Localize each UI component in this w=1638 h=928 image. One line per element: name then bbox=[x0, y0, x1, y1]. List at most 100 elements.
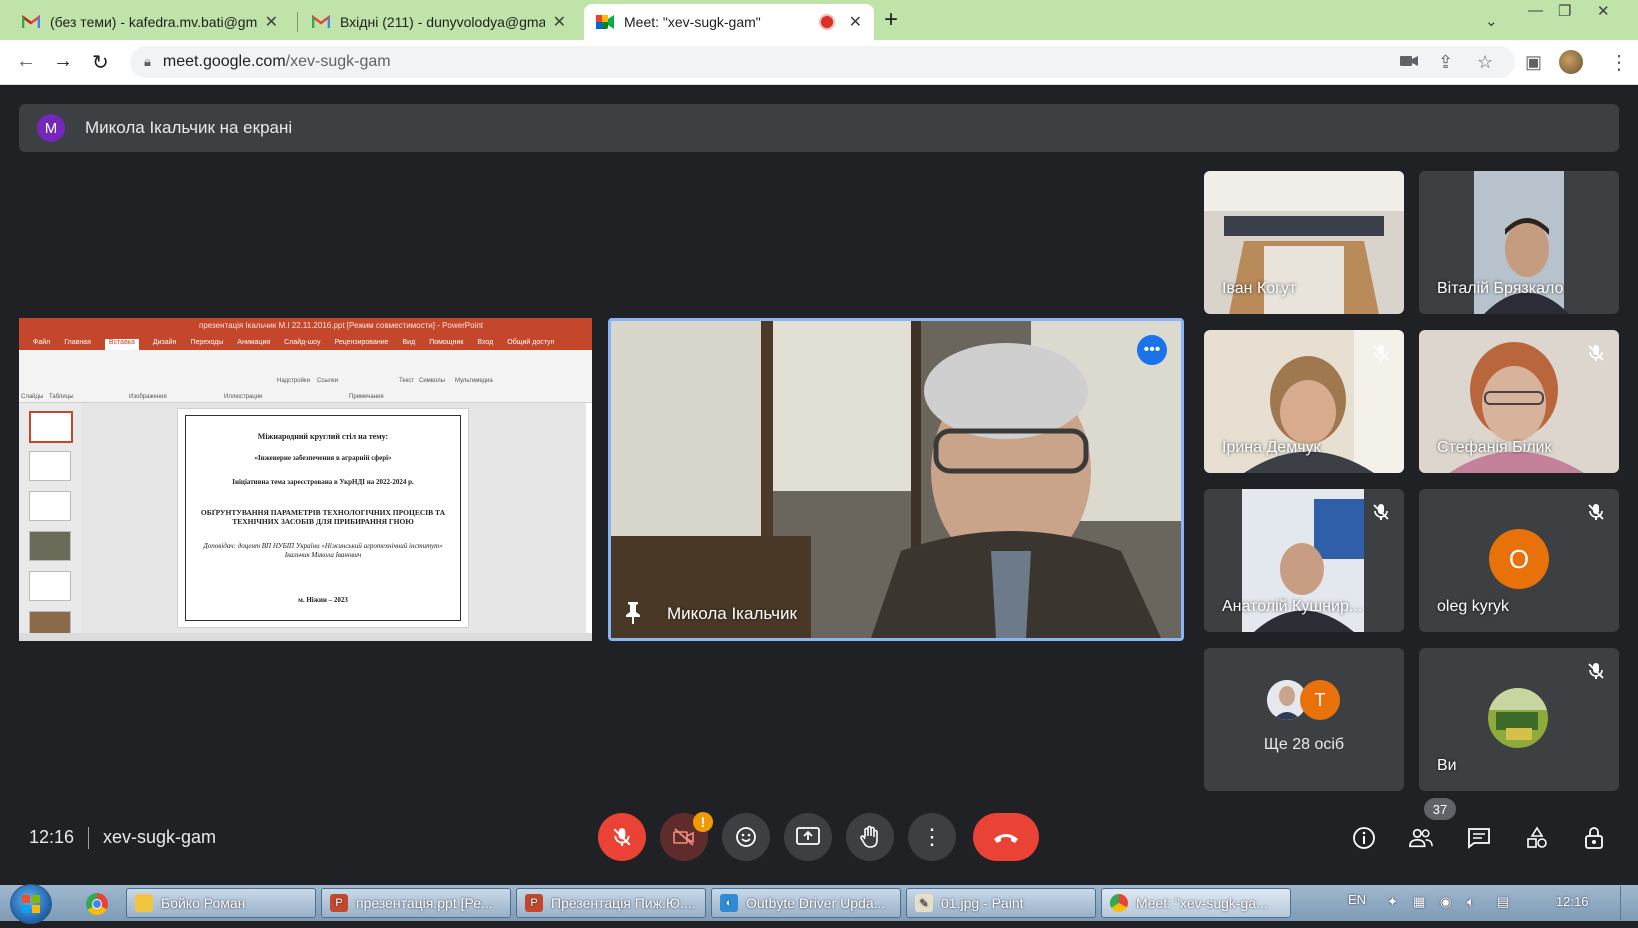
speaker-name: Микола Ікальчик bbox=[667, 604, 797, 623]
slide-thumbnails bbox=[19, 403, 81, 641]
menu-dots-icon[interactable]: ⋮ bbox=[1609, 50, 1629, 75]
taskbar-item-label: презентація.ppt [Ре... bbox=[356, 895, 493, 911]
presenter-banner-text: Микола Ікальчик на екрані bbox=[85, 118, 293, 137]
reactions-button[interactable] bbox=[722, 813, 770, 861]
participant-tile[interactable]: Стефанія Білик bbox=[1419, 330, 1619, 473]
ribbon-group-label: Слайды bbox=[21, 394, 44, 400]
participant-name: Ірина Демчук bbox=[1222, 439, 1321, 456]
meeting-code: xev-sugk-gam bbox=[103, 827, 217, 847]
ribbon-tab: Вид bbox=[402, 339, 416, 346]
mic-toggle-button[interactable] bbox=[598, 813, 646, 861]
emoji-icon bbox=[736, 827, 756, 847]
ribbon-tab: Вход bbox=[477, 339, 494, 346]
side-panel-icon[interactable]: ▣ bbox=[1525, 52, 1542, 73]
ribbon-tab: Общий доступ bbox=[507, 339, 555, 346]
taskbar-item[interactable]: Бойко Роман bbox=[126, 888, 316, 918]
ribbon-group-label: Мультимедиа bbox=[455, 378, 493, 384]
start-button[interactable] bbox=[10, 884, 52, 924]
participant-tile[interactable]: O oleg kyryk bbox=[1419, 489, 1619, 632]
slide-line: Ініціативна тема зареєстрована в УкрНДІ … bbox=[232, 478, 414, 486]
url-path: /xev-sugk-gam bbox=[285, 53, 391, 70]
ribbon-group-label: Символы bbox=[419, 378, 445, 384]
tab-gmail-inbox[interactable]: Вхідні (211) - dunyvolodya@gma ✕ bbox=[300, 4, 578, 40]
slide-line: «Інженерне забезпечення в аграрній сфері… bbox=[254, 454, 392, 462]
self-tile[interactable]: Ви bbox=[1419, 648, 1619, 791]
gmail-icon bbox=[312, 13, 330, 31]
chat-button[interactable] bbox=[1467, 826, 1491, 850]
participant-tile[interactable]: Ірина Демчук bbox=[1204, 330, 1404, 473]
more-options-button[interactable]: ••• bbox=[1137, 335, 1167, 365]
address-bar[interactable]: 🔒︎ meet.google.com/xev-sugk-gam bbox=[130, 46, 1515, 78]
tab-meet[interactable]: Meet: "xev-sugk-gam" ✕ bbox=[584, 4, 874, 40]
slide-thumbnail bbox=[29, 491, 71, 521]
participant-name: Анатолій Кушнир... bbox=[1222, 598, 1363, 615]
bookmark-star-icon[interactable]: ☆ bbox=[1477, 52, 1493, 73]
participant-tile[interactable]: Анатолій Кушнир... bbox=[1204, 489, 1404, 632]
taskbar-item[interactable]: P Презентація Пиж.Ю.... bbox=[516, 888, 706, 918]
people-button[interactable] bbox=[1409, 826, 1433, 850]
recording-icon bbox=[818, 14, 835, 30]
leave-call-button[interactable] bbox=[973, 813, 1039, 861]
tab-strip: (без теми) - kafedra.mv.bati@gm ✕ Вхідні… bbox=[0, 0, 1638, 40]
taskbar-item[interactable]: ✎ 01.jpg - Paint bbox=[906, 888, 1096, 918]
camera-in-use-icon[interactable] bbox=[1400, 52, 1418, 73]
minimize-icon[interactable]: — bbox=[1528, 2, 1543, 19]
powerpoint-ribbon-tabs: Файл Главная Вставка Дизайн Переходы Ани… bbox=[19, 336, 592, 350]
participant-tile[interactable]: Віталій Брязкало bbox=[1419, 171, 1619, 314]
people-count-badge: 37 bbox=[1424, 798, 1456, 820]
host-controls-button[interactable] bbox=[1583, 826, 1607, 850]
close-tab-icon[interactable]: ✕ bbox=[553, 12, 566, 32]
ribbon-group-label: Ссылки bbox=[317, 378, 339, 384]
tab-gmail-kafedra[interactable]: (без теми) - kafedra.mv.bati@gm ✕ bbox=[10, 4, 290, 40]
reload-icon[interactable]: ↻ bbox=[92, 50, 109, 75]
ribbon-group-label: Таблицы bbox=[49, 394, 74, 400]
taskbar-item[interactable]: ◐ Outbyte Driver Upda... bbox=[711, 888, 901, 918]
new-tab-button[interactable]: + bbox=[884, 6, 898, 34]
participant-tile[interactable]: Іван Когут bbox=[1204, 171, 1404, 314]
network-icon[interactable]: ▦ bbox=[1413, 894, 1425, 910]
chrome-icon bbox=[1110, 894, 1128, 912]
ribbon-group-label: Текст bbox=[399, 378, 415, 384]
back-icon[interactable]: ← bbox=[16, 50, 36, 73]
taskbar-item[interactable]: Meet: "xev-sugk-ga... bbox=[1101, 888, 1291, 918]
slide-thumbnail bbox=[29, 451, 71, 481]
url-host: meet.google.com bbox=[162, 53, 286, 70]
more-options-button[interactable]: ⋮ bbox=[908, 813, 956, 861]
slide-line: Міжнародний круглий стіл на тему: bbox=[257, 432, 389, 441]
meeting-details-button[interactable] bbox=[1352, 826, 1376, 850]
activities-button[interactable] bbox=[1525, 826, 1549, 850]
tray-app-icon[interactable]: ✦ bbox=[1387, 894, 1398, 910]
slide-page: Міжнародний круглий стіл на тему: «Інжен… bbox=[177, 408, 469, 628]
close-tab-icon[interactable]: ✕ bbox=[265, 12, 278, 32]
tab-search-icon[interactable]: ⌄ bbox=[1485, 12, 1498, 30]
language-indicator[interactable]: EN bbox=[1348, 892, 1366, 907]
present-screen-button[interactable] bbox=[784, 813, 832, 861]
action-center-icon[interactable]: ▤ bbox=[1497, 894, 1509, 910]
powerpoint-icon: P bbox=[330, 894, 348, 912]
chrome-pinned-icon[interactable] bbox=[86, 893, 108, 915]
close-window-icon[interactable]: ✕ bbox=[1597, 2, 1610, 20]
forward-icon[interactable]: → bbox=[53, 50, 73, 73]
profile-avatar[interactable] bbox=[1559, 50, 1583, 74]
ribbon-tab: Главная bbox=[64, 339, 91, 346]
restore-icon[interactable]: ❐ bbox=[1558, 2, 1571, 20]
activities-icon bbox=[1527, 826, 1547, 848]
close-tab-icon[interactable]: ✕ bbox=[849, 12, 862, 32]
meet-icon bbox=[596, 13, 614, 31]
security-icon[interactable]: ◉ bbox=[1440, 894, 1451, 910]
ribbon-tab: Помощник bbox=[429, 339, 464, 346]
pin-icon[interactable] bbox=[625, 602, 641, 624]
share-icon[interactable]: ⇪ bbox=[1438, 52, 1453, 73]
taskbar-clock[interactable]: 12:16 bbox=[1556, 894, 1589, 909]
more-participants-tile[interactable]: T Ще 28 осіб bbox=[1204, 648, 1404, 791]
slide-thumbnail bbox=[29, 571, 71, 601]
active-speaker-tile[interactable]: ••• Микола Ікальчик bbox=[608, 318, 1184, 641]
participant-name: Стефанія Білик bbox=[1437, 439, 1552, 456]
tab-divider bbox=[297, 12, 298, 32]
warning-icon: ! bbox=[693, 812, 713, 832]
raise-hand-button[interactable] bbox=[846, 813, 894, 861]
tab-title: Meet: "xev-sugk-gam" bbox=[624, 14, 761, 30]
ribbon-tab: Анимация bbox=[237, 339, 271, 346]
volume-icon[interactable]: 🔈︎ bbox=[1467, 894, 1475, 910]
taskbar-item[interactable]: P презентація.ppt [Ре... bbox=[321, 888, 511, 918]
